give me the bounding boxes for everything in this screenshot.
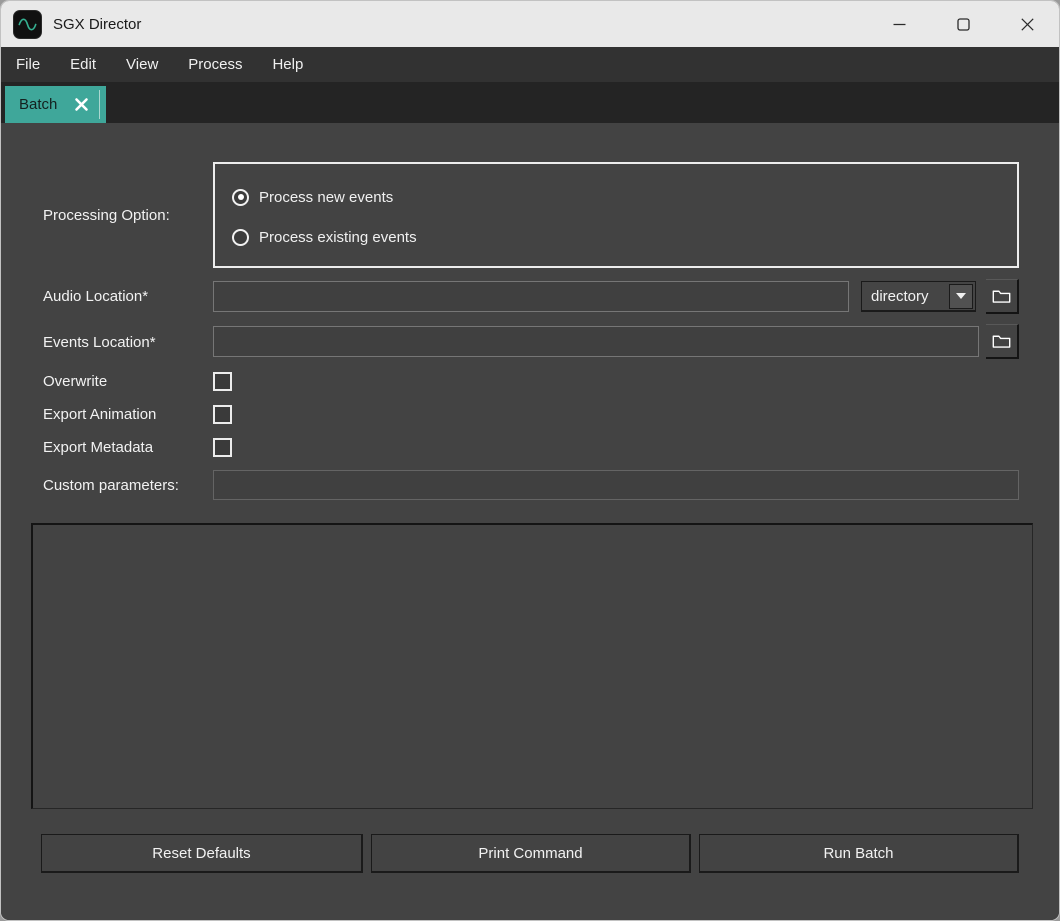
custom-parameters-input[interactable] [213,470,1019,500]
processing-option-label: Processing Option: [43,207,170,224]
export-metadata-checkbox[interactable] [213,438,232,457]
overwrite-checkbox[interactable] [213,372,232,391]
overwrite-label: Overwrite [43,373,107,390]
tab-close-icon[interactable] [71,95,91,115]
export-animation-checkbox[interactable] [213,405,232,424]
tab-batch-label: Batch [19,96,57,113]
reset-defaults-button[interactable]: Reset Defaults [41,834,363,873]
radio-label-new-events: Process new events [259,189,393,206]
maximize-icon [957,18,970,31]
audio-location-input[interactable] [213,281,849,312]
custom-parameters-label: Custom parameters: [43,477,179,494]
events-location-input[interactable] [213,326,979,357]
output-log-panel[interactable] [31,523,1033,809]
tab-strip: Batch [1,82,1059,123]
close-icon [1021,18,1034,31]
combo-selected-value: directory [862,288,949,305]
events-location-browse-button[interactable] [986,324,1019,359]
audio-location-browse-button[interactable] [986,279,1019,314]
minimize-button[interactable] [867,1,931,47]
export-animation-label: Export Animation [43,406,156,423]
tab-batch[interactable]: Batch [5,86,106,123]
processing-option-group: Process new events Process existing even… [213,162,1019,268]
radio-row-new-events[interactable]: Process new events [232,177,1017,217]
app-logo-sine-wave-icon [13,10,42,39]
window-title: SGX Director [53,16,141,33]
radio-label-existing-events: Process existing events [259,229,417,246]
print-command-button[interactable]: Print Command [371,834,691,873]
menu-edit[interactable]: Edit [58,50,108,79]
menu-view[interactable]: View [114,50,170,79]
export-metadata-label: Export Metadata [43,439,153,456]
events-location-label: Events Location* [43,334,156,351]
menu-process[interactable]: Process [176,50,254,79]
radio-process-new-events[interactable] [232,189,249,206]
audio-location-label: Audio Location* [43,288,148,305]
audio-location-type-select[interactable]: directory [861,281,976,312]
tab-separator [99,90,100,119]
close-button[interactable] [995,1,1059,47]
menu-bar: File Edit View Process Help [1,47,1059,82]
folder-icon [992,332,1011,350]
radio-row-existing-events[interactable]: Process existing events [232,217,1017,257]
menu-file[interactable]: File [4,50,52,79]
maximize-button[interactable] [931,1,995,47]
radio-process-existing-events[interactable] [232,229,249,246]
title-bar[interactable]: SGX Director [1,1,1059,47]
run-batch-button[interactable]: Run Batch [699,834,1019,873]
minimize-icon [893,18,906,31]
batch-panel: Processing Option: Process new events Pr… [1,123,1059,920]
menu-help[interactable]: Help [260,50,315,79]
window-controls [867,1,1059,47]
combo-arrow-button[interactable] [949,284,973,309]
app-window: SGX Director File Edit View [0,0,1060,921]
chevron-down-icon [956,293,966,299]
folder-icon [992,287,1011,305]
